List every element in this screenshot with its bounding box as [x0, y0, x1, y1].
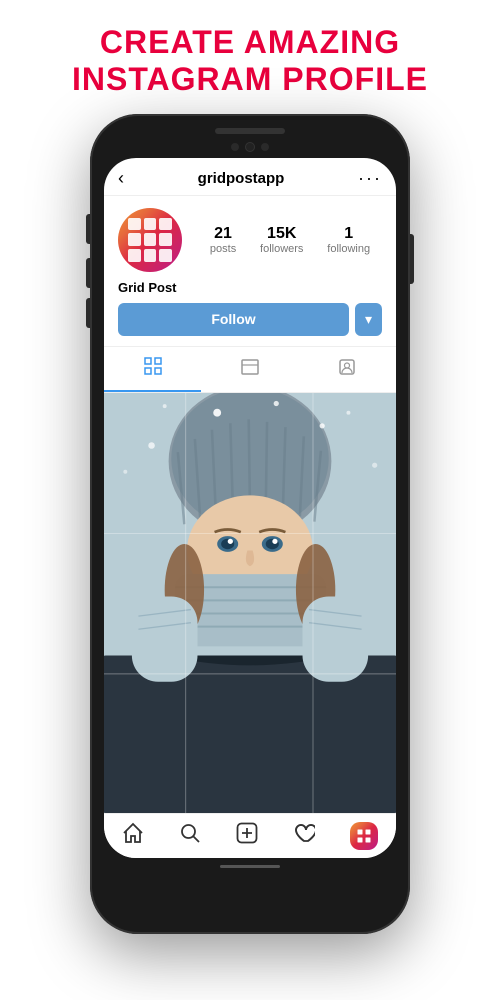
ig-header: ‹ gridpostapp ···	[104, 158, 396, 196]
following-stat[interactable]: 1 following	[327, 225, 370, 255]
profile-username: gridpostapp	[198, 170, 285, 187]
grid-tab-icon	[144, 357, 162, 380]
camera-area	[104, 142, 396, 152]
profile-name: Grid Post	[104, 280, 396, 303]
tab-reels[interactable]	[201, 347, 298, 392]
following-label: following	[327, 243, 370, 255]
follow-dropdown-button[interactable]: ▾	[355, 303, 382, 336]
add-nav-button[interactable]	[236, 822, 258, 850]
speaker	[215, 128, 285, 134]
tagged-tab-icon	[338, 358, 356, 381]
tab-grid[interactable]	[104, 347, 201, 392]
search-nav-button[interactable]	[179, 822, 201, 850]
followers-label: followers	[260, 243, 303, 255]
avatar-grid	[118, 208, 182, 272]
photo-grid	[104, 393, 396, 813]
camera-sensor	[231, 143, 239, 151]
avatar-cell	[144, 233, 157, 246]
avatar-cell	[128, 233, 141, 246]
headline: CREATE AMAZING INSTAGRAM PROFILE	[52, 0, 448, 114]
posts-count: 21	[214, 225, 232, 243]
headline-line2: INSTAGRAM PROFILE	[72, 61, 428, 98]
avatar-cell	[159, 249, 172, 262]
more-options-button[interactable]: ···	[358, 168, 382, 189]
portrait-image	[104, 393, 396, 813]
avatar-cell	[159, 233, 172, 246]
bottom-nav	[104, 813, 396, 858]
profile-section: 21 posts 15K followers 1 following	[104, 196, 396, 280]
avatar-cell	[144, 218, 157, 231]
followers-count: 15K	[267, 225, 296, 243]
follow-button[interactable]: Follow	[118, 303, 349, 336]
headline-line1: CREATE AMAZING	[72, 24, 428, 61]
likes-nav-button[interactable]	[293, 822, 315, 850]
home-indicator	[104, 862, 396, 872]
follow-row: Follow ▾	[104, 303, 396, 346]
posts-label: posts	[210, 243, 236, 255]
home-bar	[220, 865, 280, 868]
camera-dot	[261, 143, 269, 151]
avatar-cell	[128, 218, 141, 231]
avatar-cell	[128, 249, 141, 262]
screen: ‹ gridpostapp ···	[104, 158, 396, 858]
avatar-cell	[159, 218, 172, 231]
profile-nav-button[interactable]	[350, 822, 378, 850]
avatar-cell	[144, 249, 157, 262]
avatar[interactable]	[118, 208, 182, 272]
posts-stat: 21 posts	[210, 225, 236, 255]
stats-row: 21 posts 15K followers 1 following	[198, 225, 382, 255]
followers-stat[interactable]: 15K followers	[260, 225, 303, 255]
back-button[interactable]: ‹	[118, 168, 124, 189]
reels-tab-icon	[241, 358, 259, 381]
following-count: 1	[344, 225, 353, 243]
tab-tagged[interactable]	[299, 347, 396, 392]
camera-lens	[245, 142, 255, 152]
home-nav-button[interactable]	[122, 822, 144, 850]
profile-tabs	[104, 346, 396, 393]
phone-shell: ‹ gridpostapp ···	[90, 114, 410, 934]
